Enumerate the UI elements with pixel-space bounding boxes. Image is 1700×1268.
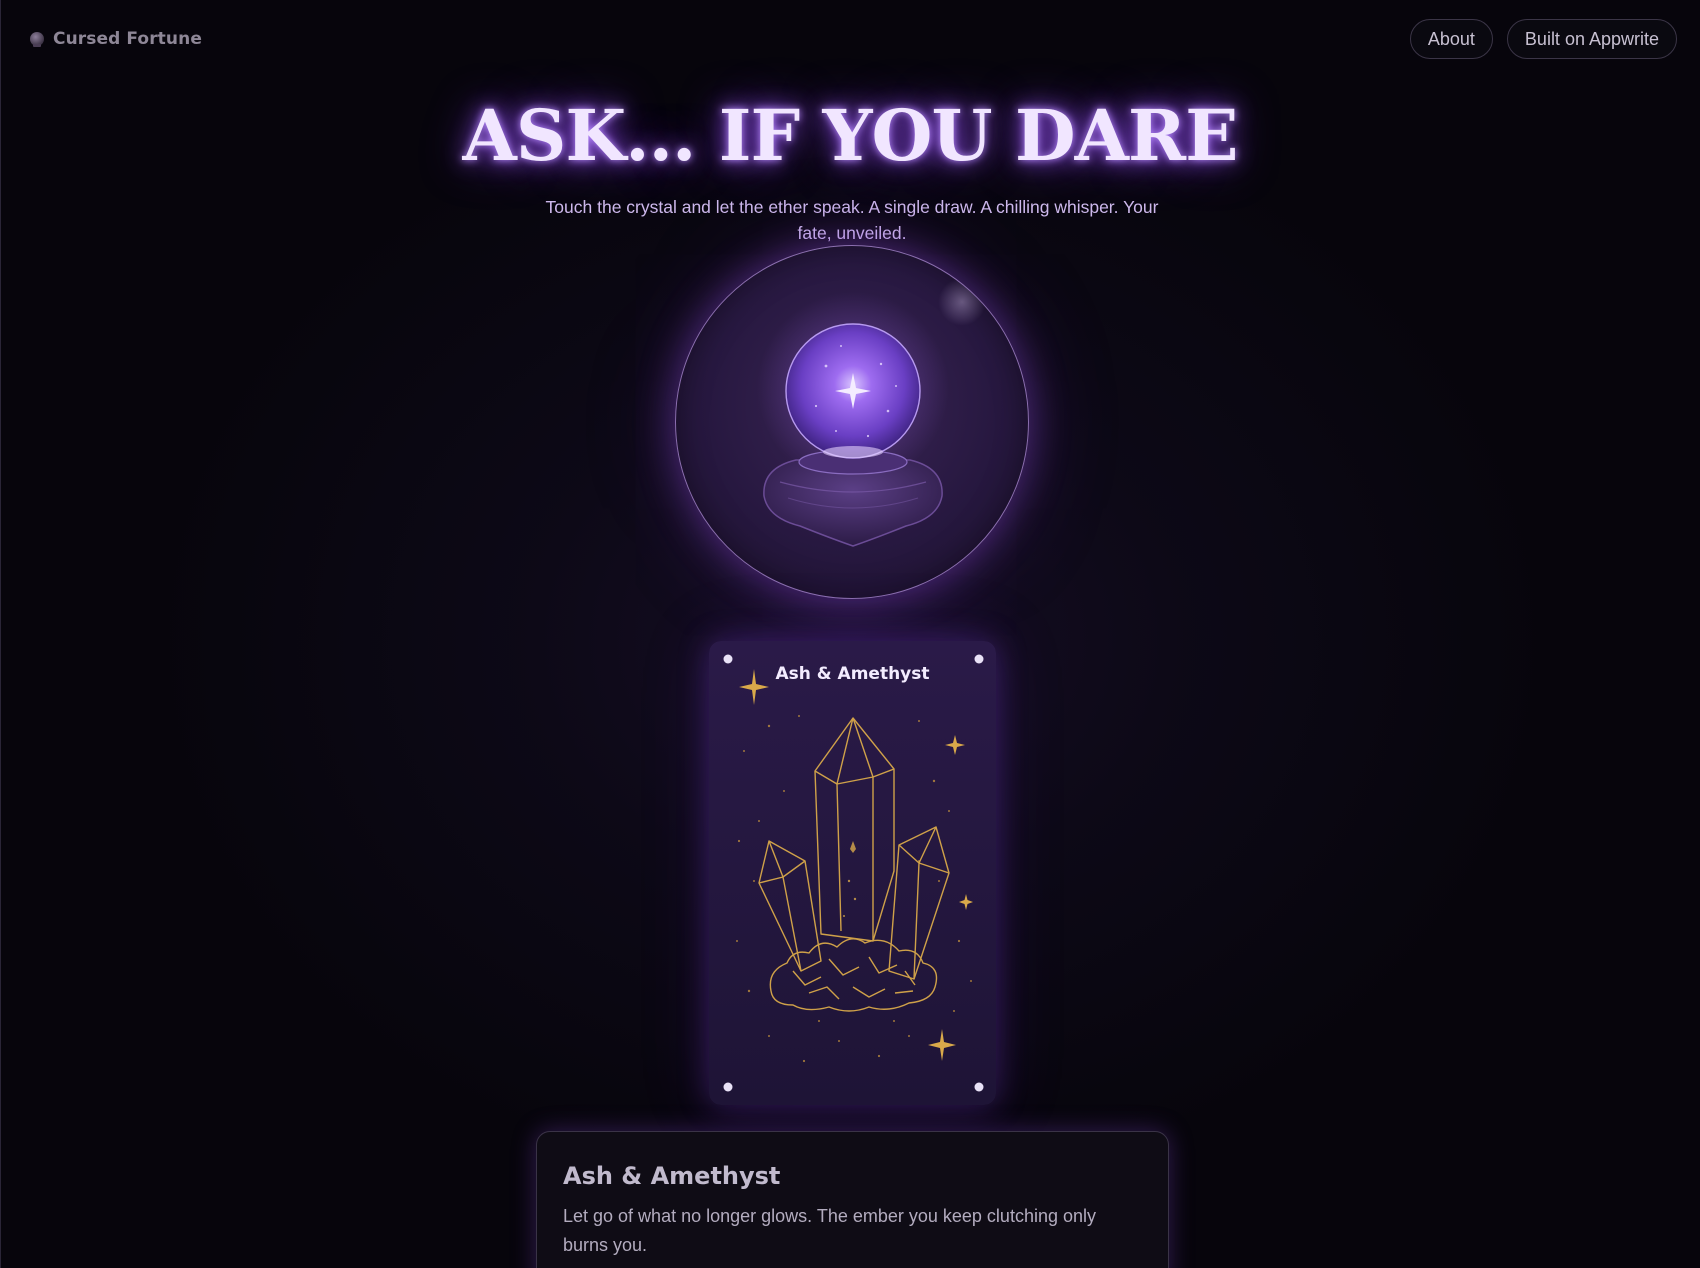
top-nav: About Built on Appwrite xyxy=(1409,19,1677,59)
amethyst-crystals-icon xyxy=(723,654,984,1092)
brand-name: Cursed Fortune xyxy=(53,29,202,49)
page-title: ASK... IF YOU DARE xyxy=(462,94,1239,177)
corner-dot xyxy=(974,1082,984,1092)
star-icon xyxy=(959,894,973,910)
fortune-result-panel: Ash & Amethyst Let go of what no longer … xyxy=(536,1131,1169,1268)
fortune-text: Let go of what no longer glows. The embe… xyxy=(563,1206,1096,1255)
corner-dot xyxy=(723,1082,733,1092)
star-icon xyxy=(945,735,965,755)
page-subtitle: Touch the crystal and let the ether spea… xyxy=(545,197,1159,243)
brand[interactable]: Cursed Fortune xyxy=(30,26,202,52)
fortune-title: Ash & Amethyst xyxy=(563,1162,781,1190)
card-title: Ash & Amethyst xyxy=(775,664,930,684)
page-edge xyxy=(0,0,1,1268)
crystal-orb-button[interactable] xyxy=(675,245,1029,599)
about-button[interactable]: About xyxy=(1409,19,1493,59)
crystal-ball-icon xyxy=(30,32,44,47)
star-icon xyxy=(928,1029,956,1061)
built-on-appwrite-button[interactable]: Built on Appwrite xyxy=(1506,19,1677,59)
corner-dot xyxy=(723,654,733,664)
tarot-card[interactable]: Ash & Amethyst xyxy=(709,641,996,1105)
crystal-ball-icon xyxy=(757,292,949,547)
corner-dot xyxy=(974,654,984,664)
